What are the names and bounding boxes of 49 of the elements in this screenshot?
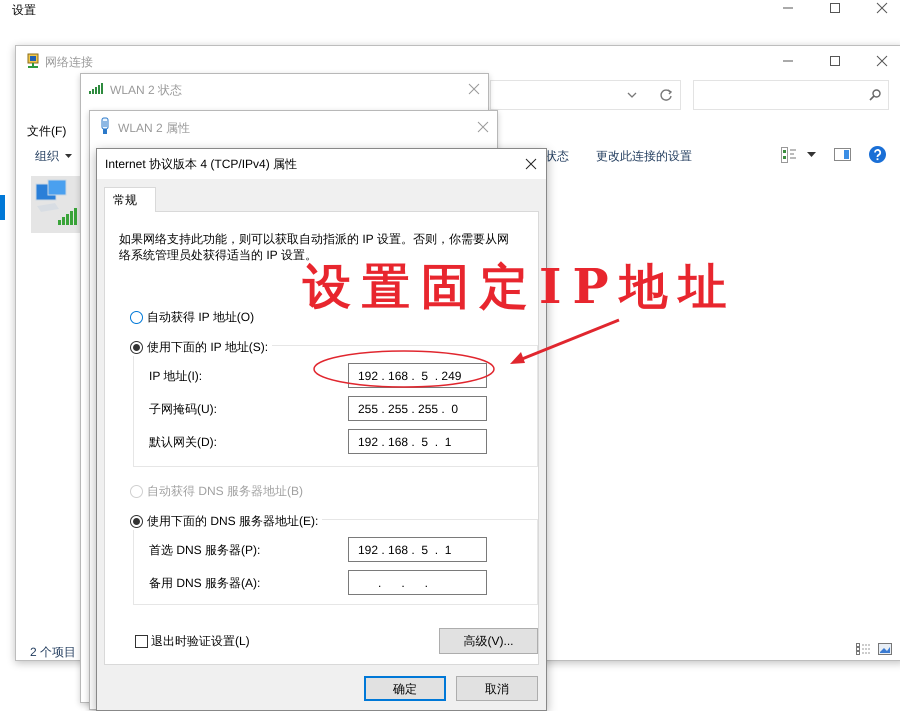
- menu-item[interactable]: 文件(F): [27, 122, 66, 140]
- window-title: 设置: [12, 2, 36, 19]
- radio-button[interactable]: 使用下面的 DNS 服务器地址(E):: [130, 512, 322, 530]
- close-button[interactable]: [876, 2, 888, 14]
- network-icon: [25, 53, 41, 69]
- field-label: IP 地址(I):: [149, 368, 202, 384]
- field-label: 首选 DNS 服务器(P):: [149, 542, 260, 558]
- description-text: 如果网络支持此功能，则可以获取自动指派的 IP 设置。否则，你需要从网络系统管理员处获得适当的 IP 设置。: [119, 231, 509, 262]
- search-icon[interactable]: [869, 89, 881, 101]
- advanced-button[interactable]: 高级(V)...: [439, 628, 538, 654]
- field-label: 子网掩码(U):: [149, 400, 217, 418]
- close-button[interactable]: [525, 158, 537, 170]
- status-text: 2 个项目: [30, 644, 76, 661]
- ip-address-field[interactable]: . . .: [348, 570, 487, 595]
- dialog-button[interactable]: 取消: [456, 676, 538, 701]
- dialog-button[interactable]: 确定: [364, 676, 446, 701]
- maximize-button[interactable]: [829, 2, 841, 14]
- caret-icon[interactable]: [807, 152, 816, 157]
- refresh-icon[interactable]: [659, 88, 673, 102]
- window-title: WLAN 2 属性: [118, 120, 190, 137]
- field-label: 默认网关(D):: [149, 434, 217, 450]
- ip-address-field[interactable]: 192 . 168 . 5 . 1: [348, 429, 487, 454]
- details-view-icon[interactable]: [856, 643, 871, 655]
- view-options-icon[interactable]: [781, 147, 797, 163]
- caret-icon: [65, 154, 72, 158]
- ip-address-field[interactable]: 192 . 168 . 5 . 249: [348, 363, 487, 388]
- annotation-text: 设置固定IP地址: [303, 263, 738, 311]
- ip-address-field[interactable]: 192 . 168 . 5 . 1: [348, 537, 487, 562]
- network-adapter-icon: [100, 117, 110, 135]
- window-title: 网络连接: [45, 54, 93, 71]
- maximize-button[interactable]: [829, 55, 841, 67]
- large-icons-view-icon[interactable]: [878, 643, 892, 655]
- tab[interactable]: 常规: [104, 187, 156, 212]
- toolbar-button[interactable]: 更改此连接的设置: [596, 147, 692, 165]
- signal-bars-icon: [89, 83, 104, 94]
- close-button[interactable]: [876, 55, 888, 67]
- selection-indicator: [0, 195, 5, 220]
- ip-address-field[interactable]: 255 . 255 . 255 . 0: [348, 396, 487, 421]
- preview-pane-icon[interactable]: [834, 148, 851, 161]
- dropdown-caret-icon[interactable]: [627, 92, 637, 98]
- network-connection-icon[interactable]: [31, 176, 81, 233]
- dialog-title: Internet 协议版本 4 (TCP/IPv4) 属性: [105, 156, 298, 173]
- help-icon[interactable]: [869, 146, 886, 163]
- field-label: 备用 DNS 服务器(A):: [149, 574, 260, 592]
- window-title: WLAN 2 状态: [110, 82, 182, 99]
- radio-button[interactable]: 使用下面的 IP 地址(S):: [130, 338, 272, 356]
- organize-menu-button[interactable]: 组织: [35, 147, 72, 165]
- search-field[interactable]: [693, 80, 889, 110]
- checkbox[interactable]: 退出时验证设置(L): [135, 632, 250, 650]
